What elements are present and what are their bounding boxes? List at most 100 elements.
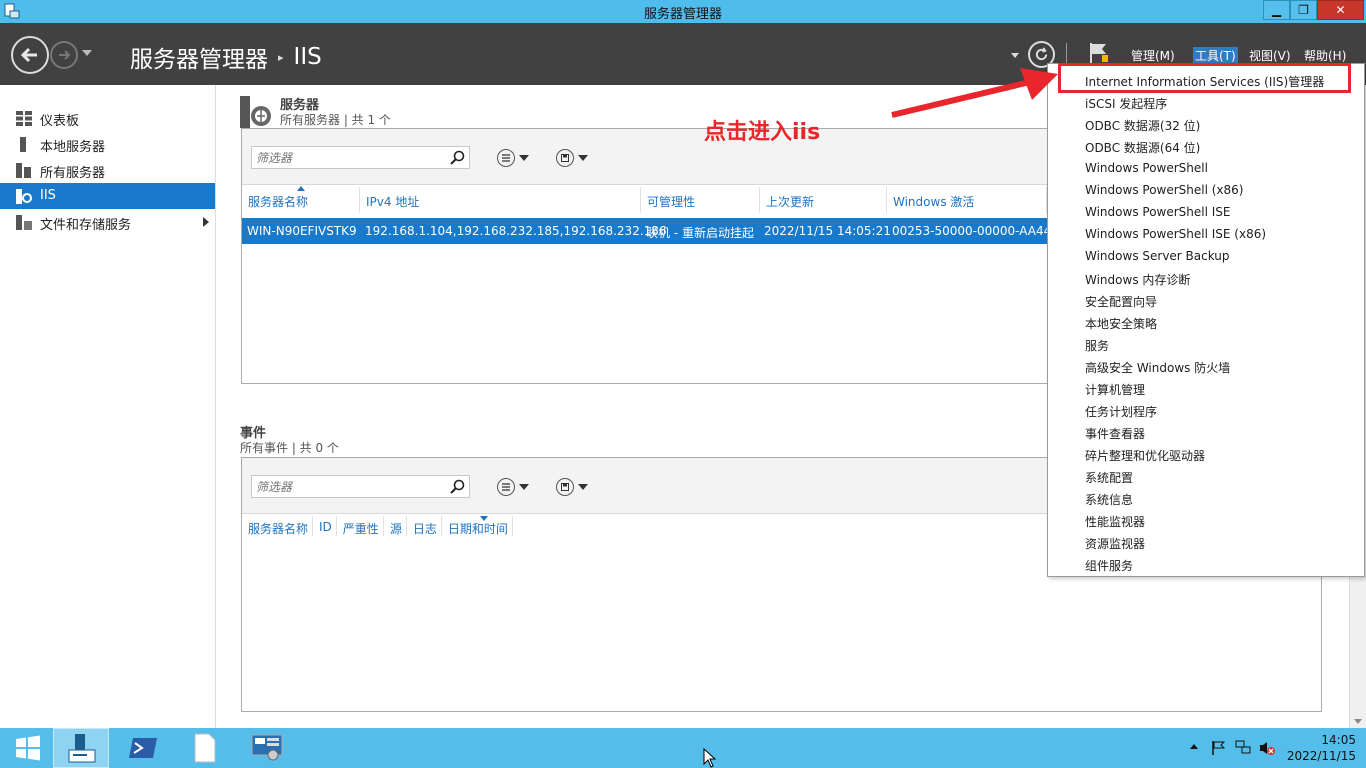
- servers-section-icon: [240, 96, 271, 128]
- cell-last-update: 2022/11/15 14:05:21: [764, 224, 891, 238]
- breadcrumb-root[interactable]: 服务器管理器: [130, 40, 268, 74]
- servers-tasks-button[interactable]: [497, 148, 529, 168]
- network-icon[interactable]: [1235, 740, 1251, 756]
- clock-date: 2022/11/15: [1286, 749, 1356, 763]
- events-column-headers: 服务器名称 ID 严重性 源 日志 日期和时间: [242, 516, 513, 538]
- chevron-right-icon[interactable]: [203, 217, 209, 227]
- minimize-button[interactable]: ▁: [1263, 0, 1290, 20]
- history-dropdown-icon[interactable]: [82, 50, 92, 56]
- tools-menu-item[interactable]: ODBC 数据源(64 位): [1085, 139, 1200, 156]
- action-center-flag-icon[interactable]: [1211, 740, 1227, 756]
- sort-descending-icon: [480, 516, 488, 521]
- file-storage-icon: [16, 215, 32, 230]
- dashboard-icon: [16, 111, 32, 126]
- tools-menu-item[interactable]: 系统信息: [1085, 491, 1133, 508]
- menu-tools[interactable]: 工具(T): [1193, 47, 1238, 64]
- column-header-severity[interactable]: 严重性: [337, 516, 384, 536]
- taskbar-file-explorer[interactable]: [177, 728, 233, 768]
- column-header-datetime[interactable]: 日期和时间: [442, 516, 513, 536]
- tools-menu-item[interactable]: 服务: [1085, 337, 1109, 354]
- tools-menu-item[interactable]: 高级安全 Windows 防火墙: [1085, 359, 1230, 376]
- notification-flag-icon[interactable]: [1088, 41, 1110, 65]
- annotation-arrow-icon: [891, 68, 1058, 118]
- column-header-server-name[interactable]: 服务器名称: [242, 516, 314, 536]
- taskbar-iis-manager[interactable]: [239, 728, 295, 768]
- scroll-down-icon[interactable]: [1354, 719, 1362, 724]
- sidebar-item-dashboard[interactable]: 仪表板: [0, 105, 215, 131]
- breadcrumb-current: IIS: [293, 44, 322, 70]
- tools-menu-item[interactable]: Windows PowerShell (x86): [1085, 183, 1243, 197]
- show-hidden-icons-icon[interactable]: [1190, 744, 1198, 749]
- close-button[interactable]: ✕: [1317, 0, 1364, 20]
- tools-menu-item[interactable]: iSCSI 发起程序: [1085, 95, 1167, 112]
- tools-menu-item[interactable]: Windows PowerShell: [1085, 161, 1208, 175]
- column-header-last-update[interactable]: 上次更新: [760, 187, 887, 213]
- sidebar-item-all-servers[interactable]: 所有服务器: [0, 157, 215, 183]
- forward-button[interactable]: [50, 41, 78, 69]
- sidebar: 仪表板 本地服务器 所有服务器 IIS 文件和存储服务: [0, 85, 216, 728]
- cell-server-name: WIN-N90EFIVSTK9: [247, 224, 357, 238]
- sidebar-item-label: IIS: [40, 188, 56, 203]
- sidebar-item-file-storage[interactable]: 文件和存储服务: [0, 209, 215, 235]
- events-filter-input[interactable]: [256, 479, 446, 495]
- events-tasks-button[interactable]: [497, 477, 529, 497]
- taskbar-powershell[interactable]: [115, 728, 171, 768]
- tools-menu-item[interactable]: 安全配置向导: [1085, 293, 1157, 310]
- column-header-id[interactable]: ID: [313, 516, 337, 536]
- search-icon[interactable]: [450, 479, 465, 494]
- sidebar-item-local-server[interactable]: 本地服务器: [0, 131, 215, 157]
- maximize-button[interactable]: ❐: [1290, 0, 1317, 20]
- back-button[interactable]: [11, 36, 49, 74]
- document-icon: [194, 733, 216, 763]
- events-filter[interactable]: [251, 475, 470, 498]
- tools-menu-item[interactable]: 组件服务: [1085, 557, 1133, 574]
- tools-menu-item[interactable]: 计算机管理: [1085, 381, 1145, 398]
- servers-save-button[interactable]: [556, 148, 588, 168]
- clock-time: 14:05: [1321, 733, 1356, 747]
- menu-view[interactable]: 视图(V): [1249, 47, 1291, 64]
- annotation-highlight-box: [1058, 63, 1351, 93]
- sidebar-item-label: 仪表板: [40, 114, 80, 129]
- menu-manage[interactable]: 管理(M): [1131, 47, 1175, 64]
- tools-menu-item[interactable]: 任务计划程序: [1085, 403, 1157, 420]
- tools-menu-item[interactable]: 性能监视器: [1085, 513, 1145, 530]
- list-icon: [497, 149, 515, 167]
- iis-icon: [16, 189, 32, 204]
- menu-help[interactable]: 帮助(H): [1304, 47, 1346, 64]
- tools-menu-item[interactable]: Windows Server Backup: [1085, 249, 1230, 263]
- cell-ipv4: 192.168.1.104,192.168.232.185,192.168.23…: [365, 224, 667, 238]
- speaker-muted-icon[interactable]: [1259, 740, 1275, 756]
- tools-menu-item[interactable]: ODBC 数据源(32 位): [1085, 117, 1200, 134]
- arrow-right-icon: [59, 50, 71, 60]
- tools-menu-item[interactable]: 本地安全策略: [1085, 315, 1157, 332]
- cell-activation: 00253-50000-00000-AA442: [892, 224, 1047, 238]
- column-header-manageability[interactable]: 可管理性: [641, 187, 760, 213]
- tools-menu-item[interactable]: Windows 内存诊断: [1085, 271, 1190, 288]
- taskbar-clock[interactable]: 14:05 2022/11/15: [1284, 732, 1356, 764]
- tools-menu-item[interactable]: 系统配置: [1085, 469, 1133, 486]
- start-button[interactable]: [0, 728, 56, 768]
- chevron-down-icon: [578, 484, 588, 490]
- column-header-activation[interactable]: Windows 激活: [887, 187, 1047, 213]
- servers-filter-input[interactable]: [256, 150, 446, 166]
- table-row[interactable]: WIN-N90EFIVSTK9 192.168.1.104,192.168.23…: [242, 218, 1047, 244]
- tools-menu-item[interactable]: 碎片整理和优化驱动器: [1085, 447, 1205, 464]
- column-header-log[interactable]: 日志: [407, 516, 442, 536]
- chevron-down-icon: [519, 484, 529, 490]
- tools-menu-item[interactable]: Windows PowerShell ISE (x86): [1085, 227, 1266, 241]
- tools-menu-item[interactable]: 资源监视器: [1085, 535, 1145, 552]
- taskbar-server-manager[interactable]: [53, 728, 109, 768]
- servers-subtitle: 所有服务器 | 共 1 个: [280, 113, 391, 127]
- header-dropdown-icon[interactable]: [1011, 53, 1019, 58]
- save-icon: [556, 478, 574, 496]
- servers-filter[interactable]: [251, 146, 470, 169]
- tools-menu-item[interactable]: Windows PowerShell ISE: [1085, 205, 1231, 219]
- search-icon[interactable]: [450, 150, 465, 165]
- sidebar-item-iis[interactable]: IIS: [0, 183, 215, 209]
- column-header-ipv4[interactable]: IPv4 地址: [360, 187, 641, 213]
- sort-ascending-icon: [297, 186, 305, 191]
- column-header-source[interactable]: 源: [384, 516, 407, 536]
- sidebar-item-label: 所有服务器: [40, 166, 106, 181]
- tools-menu-item[interactable]: 事件查看器: [1085, 425, 1145, 442]
- events-save-button[interactable]: [556, 477, 588, 497]
